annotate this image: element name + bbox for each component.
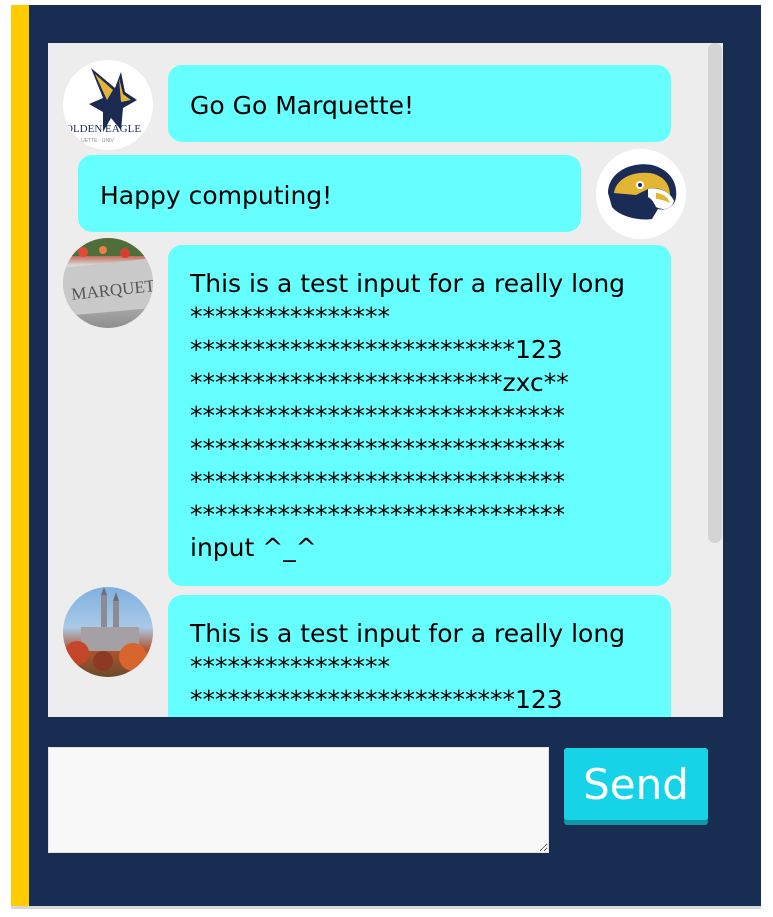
message-line: **************************123 <box>190 335 563 364</box>
message-line: This is a test input for a really long <box>190 619 626 648</box>
message-line: **************************123 <box>190 685 563 714</box>
eagle-head-icon <box>596 149 686 239</box>
message-input[interactable] <box>48 747 549 853</box>
message-text: Happy computing! <box>100 181 333 210</box>
send-button[interactable]: Send <box>564 748 708 820</box>
golden-eagles-avatar: OLDEN EAGLE UETTE · UNIV <box>63 60 153 150</box>
message-line: *************************zxc** <box>190 368 569 397</box>
message-bubble: Happy computing! <box>78 155 581 232</box>
scrollbar-thumb[interactable] <box>708 43 722 543</box>
message-text: This is a test input for a really long *… <box>168 595 671 716</box>
message-list[interactable]: OLDEN EAGLE UETTE · UNIV Go Go Marquette… <box>48 43 723 717</box>
svg-text:OLDEN EAGLE: OLDEN EAGLE <box>65 123 141 135</box>
mascot-avatar <box>596 149 686 239</box>
marquette-sign-avatar: MARQUETTE <box>63 238 153 328</box>
golden-eagle-icon: OLDEN EAGLE UETTE · UNIV <box>63 60 153 150</box>
message-line: **************** <box>190 302 390 331</box>
message-bubble: This is a test input for a really long *… <box>168 595 671 717</box>
message-line: ****************************** <box>190 434 565 463</box>
message-text: This is a test input for a really long *… <box>168 245 671 564</box>
gold-accent-bar <box>11 5 29 907</box>
message-line: ****************************** <box>190 500 565 529</box>
bottom-divider <box>11 906 761 909</box>
message-line: This is a test input for a really long <box>190 269 626 298</box>
message-line: ****************************** <box>190 467 565 496</box>
message-line: input ^_^ <box>190 533 317 562</box>
message-line: **************** <box>190 652 390 681</box>
message-bubble: This is a test input for a really long *… <box>168 245 671 586</box>
photo-icon <box>65 587 147 671</box>
message-bubble: Go Go Marquette! <box>168 65 671 142</box>
campus-church-avatar <box>63 587 153 677</box>
message-text: Go Go Marquette! <box>190 91 415 120</box>
svg-text:UETTE · UNIV: UETTE · UNIV <box>81 138 114 144</box>
photo-icon: MARQUETTE <box>63 238 153 316</box>
message-line: ****************************** <box>190 401 565 430</box>
